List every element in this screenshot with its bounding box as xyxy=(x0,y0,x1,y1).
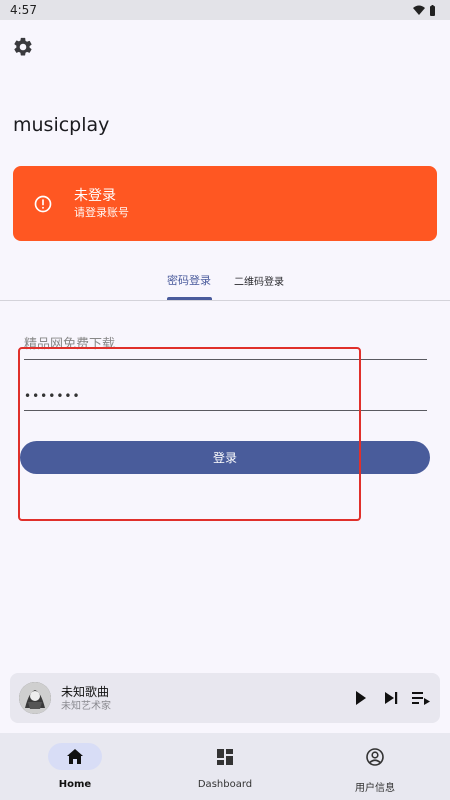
song-title: 未知歌曲 xyxy=(61,684,110,699)
battery-icon xyxy=(430,4,435,16)
status-bar: 4:57 xyxy=(0,0,450,20)
bottom-navigation: Home Dashboard 用户信息 xyxy=(0,733,450,800)
home-icon xyxy=(67,749,83,764)
login-status-banner: 未登录 请登录账号 xyxy=(13,166,437,241)
dashboard-icon xyxy=(217,748,233,765)
skip-next-button[interactable] xyxy=(382,687,400,709)
nav-label-user-info: 用户信息 xyxy=(355,783,395,794)
alert-circle-icon xyxy=(34,195,52,212)
album-art xyxy=(19,682,51,714)
tab-qrcode-login[interactable]: 二维码登录 xyxy=(234,273,284,288)
play-icon xyxy=(356,691,366,705)
password-input[interactable] xyxy=(24,381,427,411)
song-artist: 未知艺术家 xyxy=(61,700,111,712)
banner-subtitle: 请登录账号 xyxy=(74,205,129,219)
wifi-icon xyxy=(413,5,425,15)
nav-dashboard[interactable]: Dashboard xyxy=(150,733,300,800)
tab-password-login[interactable]: 密码登录 xyxy=(167,272,211,288)
account-circle-icon xyxy=(366,747,384,766)
banner-title: 未登录 xyxy=(74,187,116,204)
queue-button[interactable] xyxy=(412,687,430,709)
play-button[interactable] xyxy=(352,687,370,709)
login-tabs: 密码登录 二维码登录 xyxy=(0,264,450,301)
status-time: 4:57 xyxy=(10,3,37,17)
app-title: musicplay xyxy=(13,114,110,136)
queue-icon xyxy=(412,692,430,705)
highlight-box xyxy=(18,347,361,521)
nav-label-dashboard: Dashboard xyxy=(197,779,253,790)
nav-label-home: Home xyxy=(58,779,92,790)
nav-home[interactable]: Home xyxy=(0,733,150,800)
login-button[interactable]: 登录 xyxy=(20,441,430,474)
nav-user-info[interactable]: 用户信息 xyxy=(300,733,450,800)
mini-player[interactable]: 未知歌曲 未知艺术家 xyxy=(10,673,440,723)
gear-icon xyxy=(14,37,32,56)
skip-next-icon xyxy=(384,692,397,704)
settings-button[interactable] xyxy=(12,36,34,58)
username-input[interactable] xyxy=(24,330,427,360)
tab-indicator xyxy=(167,297,212,300)
